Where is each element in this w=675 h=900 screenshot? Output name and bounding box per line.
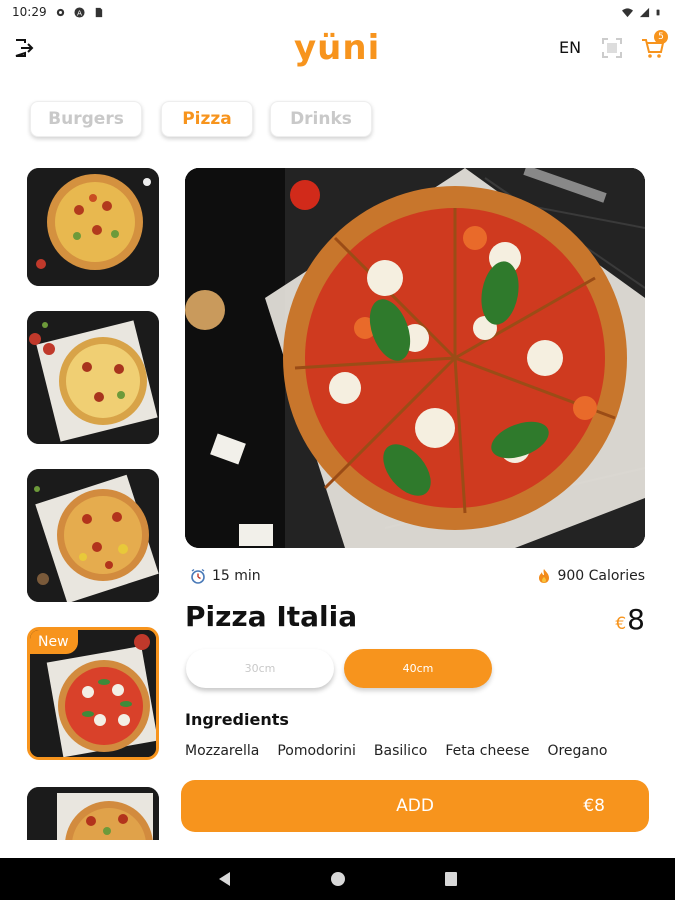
ingredients-list: Mozzarella Pomodorini Basilico Feta chee…	[185, 743, 625, 759]
calories: 900 Calories	[537, 568, 645, 584]
back-icon[interactable]	[216, 870, 232, 888]
app-logo: yüni	[294, 28, 381, 68]
product-name: Pizza Italia	[185, 600, 358, 633]
language-button[interactable]: EN	[559, 38, 581, 57]
size-30cm-button[interactable]: 30cm	[186, 649, 334, 688]
size-40cm-button[interactable]: 40cm	[344, 649, 492, 688]
recents-icon[interactable]	[443, 870, 459, 888]
ingredient-item: Basilico	[373, 743, 428, 759]
status-bar: 10:29 A	[0, 0, 675, 24]
scan-icon[interactable]	[600, 36, 624, 60]
new-badge: New	[30, 630, 78, 654]
thumbnail-pizza-5[interactable]	[27, 787, 159, 840]
ingredient-item: Oregano	[547, 743, 608, 759]
pizza-hero-image	[185, 168, 645, 548]
app-header: yüni EN 5	[0, 24, 675, 74]
price-currency: €	[615, 614, 627, 634]
hero-image	[185, 168, 645, 548]
signal-icon	[639, 7, 650, 17]
prep-time-text: 15 min	[212, 568, 261, 584]
add-button-label: ADD	[396, 796, 434, 816]
cart-button[interactable]: 5	[640, 30, 668, 60]
add-to-cart-button[interactable]: ADD €8	[181, 780, 649, 832]
pizza-thumbnail-image	[27, 787, 159, 840]
a-circle-icon: A	[74, 6, 85, 18]
system-nav-bar	[0, 858, 675, 900]
thumbnail-pizza-4[interactable]: New	[27, 627, 159, 760]
add-button-price: €8	[583, 796, 605, 816]
thumbnail-pizza-3[interactable]	[27, 469, 159, 602]
wifi-icon	[622, 7, 633, 17]
settings-icon	[56, 8, 64, 16]
tab-pizza[interactable]: Pizza	[161, 101, 253, 137]
logout-icon[interactable]	[12, 36, 36, 60]
product-price: € 8	[615, 603, 645, 636]
pizza-thumbnail-image	[27, 469, 159, 602]
tab-drinks[interactable]: Drinks	[270, 101, 372, 137]
sim-icon	[95, 7, 102, 17]
prep-time: 15 min	[190, 568, 261, 584]
battery-icon	[656, 9, 660, 15]
ingredient-item: Feta cheese	[445, 743, 530, 759]
status-time: 10:29	[12, 5, 47, 19]
thumbnail-pizza-2[interactable]	[27, 311, 159, 444]
cart-count-badge: 5	[654, 30, 668, 44]
ingredients-title: Ingredients	[185, 710, 289, 729]
price-value: 8	[627, 603, 645, 636]
tab-burgers[interactable]: Burgers	[30, 101, 142, 137]
ingredient-item: Pomodorini	[277, 743, 356, 759]
svg-text:A: A	[77, 8, 82, 17]
thumbnail-pizza-1[interactable]	[27, 168, 159, 286]
pizza-thumbnail-image	[27, 168, 159, 286]
fire-icon	[539, 569, 550, 583]
calories-text: 900 Calories	[557, 568, 645, 584]
clock-icon	[191, 568, 205, 584]
home-icon[interactable]	[330, 870, 346, 888]
pizza-thumbnail-image	[27, 311, 159, 444]
ingredient-item: Mozzarella	[185, 743, 260, 759]
